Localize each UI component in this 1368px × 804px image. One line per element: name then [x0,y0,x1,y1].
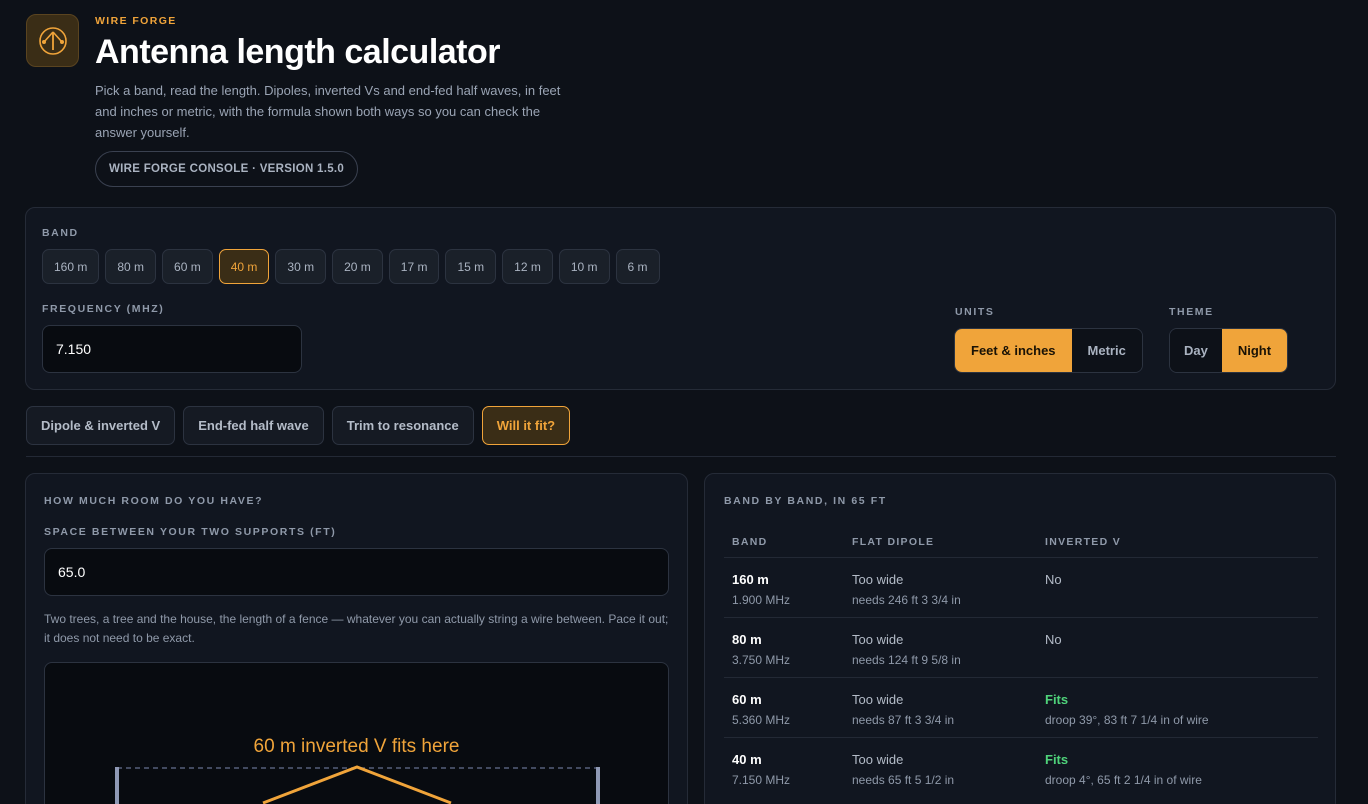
band-button-6m[interactable]: 6 m [615,249,660,284]
units-feet-inches-button[interactable]: Feet & inches [955,329,1072,372]
tab-end-fed-half-wave[interactable]: End-fed half wave [183,406,324,445]
band-button-30m[interactable]: 30 m [275,249,327,284]
theme-night-button[interactable]: Night [1221,329,1288,372]
page-title: Antenna length calculator [95,33,501,71]
frequency-input[interactable] [42,325,302,373]
band-label: BAND [42,227,79,239]
theme-label: THEME [1169,306,1214,318]
inverted-v-wire [262,765,452,804]
fit-panel: HOW MUCH ROOM DO YOU HAVE? SPACE BETWEEN… [25,473,688,804]
right-support [596,767,600,804]
antenna-icon [26,14,79,67]
row-dipole-status: Too wide [852,692,904,707]
frequency-label: FREQUENCY (MHZ) [42,303,165,315]
row-inverted-v-status: No [1045,632,1062,647]
band-button-80m[interactable]: 80 m [105,249,157,284]
units-toggle: Feet & inches Metric [954,328,1143,373]
row-frequency: 3.750 MHz [732,653,791,667]
row-dipole-status: Too wide [852,752,904,767]
band-button-17m[interactable]: 17 m [388,249,440,284]
row-band: 80 m [732,632,762,647]
band-selector: 160 m 80 m 60 m 40 m 30 m 20 m 17 m 15 m… [42,249,660,284]
page-intro: Pick a band, read the length. Dipoles, i… [95,83,561,140]
table-row: 40 m 7.150 MHz Too wide needs 65 ft 5 1/2 … [724,738,1318,798]
row-dipole-status: Too wide [852,632,904,647]
theme-toggle: Day Night [1169,328,1289,373]
table-header: BAND FLAT DIPOLE INVERTED V [724,526,1318,558]
row-dipole-note: needs 65 ft 5 1/2 in [852,773,955,787]
band-button-20m[interactable]: 20 m [332,249,383,284]
band-button-160m[interactable]: 160 m [42,249,100,284]
column-header: FLAT DIPOLE [852,535,935,548]
fit-heading: HOW MUCH ROOM DO YOU HAVE? [44,495,264,507]
space-input[interactable] [44,548,669,596]
units-metric-button[interactable]: Metric [1071,329,1142,372]
row-dipole-note: needs 246 ft 3 3/4 in [852,593,961,607]
row-inverted-v-status: Fits [1045,752,1069,767]
row-inverted-v-status: No [1045,572,1062,587]
tabs-divider [26,456,1336,457]
controls-card: BAND 160 m 80 m 60 m 40 m 30 m 20 m 17 m… [25,207,1336,390]
band-table: BAND FLAT DIPOLE INVERTED V 160 m 1.900 M… [724,526,1318,798]
band-button-15m[interactable]: 15 m [445,249,497,284]
space-label: SPACE BETWEEN YOUR TWO SUPPORTS (FT) [44,526,337,538]
version-badge: WIRE FORGE CONSOLE · VERSION 1.5.0 [95,151,359,187]
row-frequency: 1.900 MHz [732,593,791,607]
row-frequency: 7.150 MHz [732,773,791,787]
table-row: 160 m 1.900 MHz Too wide needs 246 ft 3 3/… [724,558,1318,618]
row-band: 40 m [732,752,762,767]
column-header: INVERTED V [1045,535,1122,548]
tab-dipole-inverted-v[interactable]: Dipole & inverted V [26,406,176,445]
tab-trim-to-resonance[interactable]: Trim to resonance [331,406,474,445]
row-frequency: 5.360 MHz [732,713,791,727]
row-inverted-v-note: droop 4°, 65 ft 2 1/4 in of wire [1045,773,1202,787]
space-hint: Two trees, a tree and the house, the len… [44,612,669,645]
row-inverted-v-note: droop 39°, 83 ft 7 1/4 in of wire [1045,713,1209,727]
mode-tabs: Dipole & inverted V End-fed half wave Tr… [26,406,571,445]
theme-day-button[interactable]: Day [1170,329,1222,372]
left-support [115,767,119,804]
row-dipole-status: Too wide [852,572,904,587]
units-label: UNITS [955,306,995,318]
band-button-40m[interactable]: 40 m [218,249,270,284]
table-row: 80 m 3.750 MHz Too wide needs 124 ft 9 5/8… [724,618,1318,678]
band-button-12m[interactable]: 12 m [502,249,553,284]
band-button-60m[interactable]: 60 m [162,249,213,284]
row-band: 160 m [732,572,769,587]
row-dipole-note: needs 87 ft 3 3/4 in [852,713,955,727]
fit-diagram: 60 m inverted V fits here [44,662,669,804]
brand-kicker: WIRE FORGE [95,15,177,27]
app-root: WIRE FORGE Antenna length calculator Pic… [0,0,1368,804]
table-row: 60 m 5.360 MHz Too wide needs 87 ft 3 3/4 … [724,678,1318,738]
band-table-panel: BAND BY BAND, IN 65 FT BAND FLAT DIPOLE … [704,473,1336,804]
band-button-10m[interactable]: 10 m [558,249,610,284]
row-inverted-v-status: Fits [1045,692,1069,707]
column-header: BAND [732,535,768,548]
row-dipole-note: needs 124 ft 9 5/8 in [852,653,961,667]
band-table-heading: BAND BY BAND, IN 65 FT [724,495,887,507]
row-band: 60 m [732,692,762,707]
tab-will-it-fit[interactable]: Will it fit? [481,406,571,445]
